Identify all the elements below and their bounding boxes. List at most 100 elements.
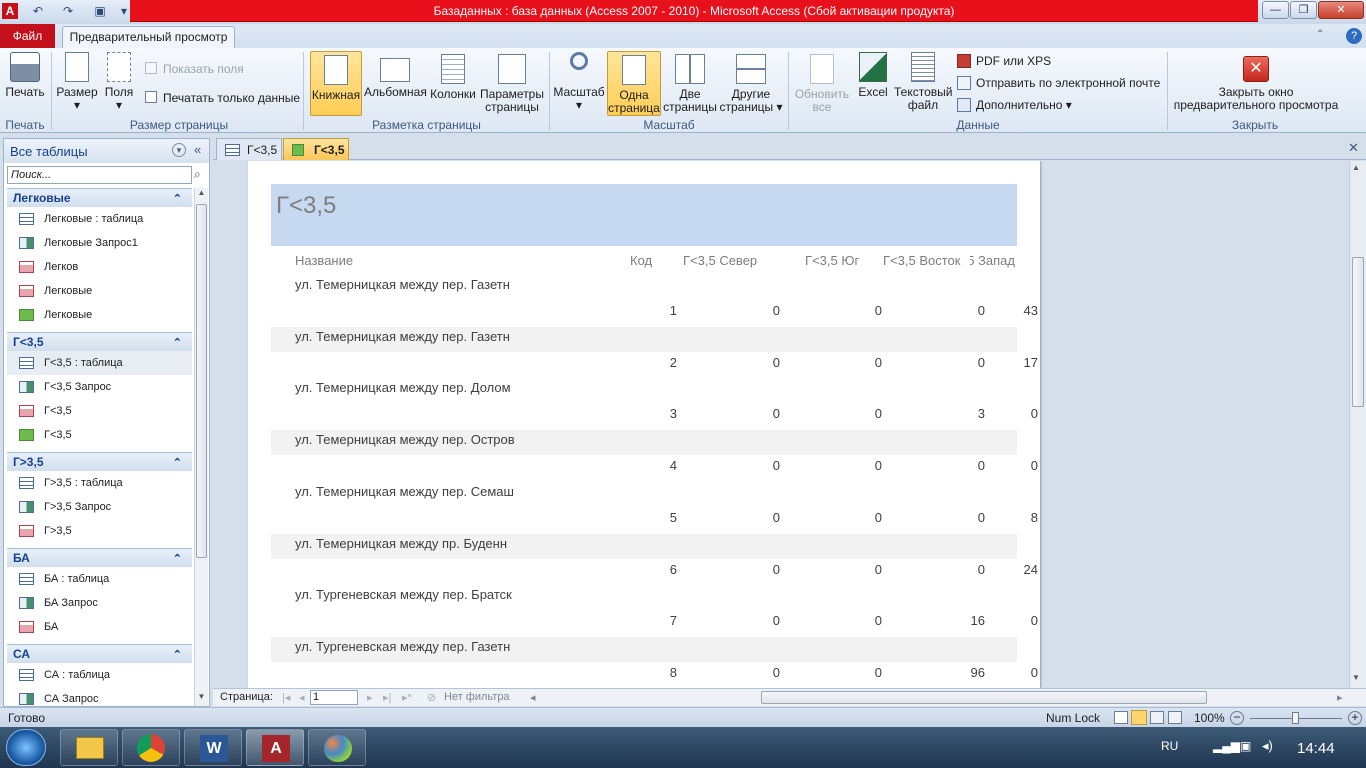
nav-item[interactable]: Г>3,5 Запрос [7, 495, 192, 519]
scroll-up-icon[interactable]: ▲ [196, 188, 207, 202]
two-pages-button[interactable]: Две страницы [663, 54, 717, 114]
nav-item[interactable]: Г<3,5 Запрос [7, 375, 192, 399]
landscape-button[interactable]: Альбомная [364, 58, 427, 99]
nav-item[interactable]: БА : таблица [7, 567, 192, 591]
zoom-button[interactable]: Масштаб ▾ [553, 52, 605, 112]
close-preview-button[interactable]: ✕ Закрыть окно предварительного просмотр… [1172, 56, 1340, 112]
help-icon[interactable]: ? [1346, 28, 1362, 44]
nav-item[interactable]: Г<3,5 [7, 423, 192, 447]
collapse-group-icon[interactable]: ⌃ [173, 334, 182, 352]
redo-icon[interactable]: ↷ [60, 3, 76, 19]
vertical-scrollbar[interactable]: ▲ ▼ [1349, 161, 1366, 688]
access-taskbar-icon[interactable]: A [246, 729, 304, 766]
minimize-ribbon-icon[interactable]: ⌃ [1316, 29, 1324, 40]
nav-group-header[interactable]: СА ⌃ [7, 644, 192, 663]
zoom-out-icon[interactable]: − [1230, 711, 1244, 725]
margins-button[interactable]: Поля ▾ [100, 52, 138, 112]
zoom-slider-thumb[interactable] [1292, 712, 1299, 724]
undo-icon[interactable]: ↶ [30, 3, 46, 19]
nav-item[interactable]: БА [7, 615, 192, 639]
collapse-group-icon[interactable]: ⌃ [173, 454, 182, 472]
page-number-input[interactable]: 1 [310, 690, 358, 705]
tab-print-preview[interactable]: Предварительный просмотр [62, 26, 235, 48]
search-icon[interactable]: ⌕ [194, 167, 208, 183]
new-record-icon[interactable]: ▸* [402, 691, 412, 704]
collapse-group-icon[interactable]: ⌃ [173, 190, 182, 208]
size-button[interactable]: Размер ▾ [56, 52, 98, 112]
view-report-icon[interactable] [1114, 711, 1128, 724]
collapse-pane-icon[interactable]: « [194, 142, 201, 157]
excel-export-button[interactable]: Excel [854, 52, 892, 99]
nav-item[interactable]: Г<3,5 [7, 399, 192, 423]
nav-item[interactable]: Г>3,5 : таблица [7, 471, 192, 495]
more-pages-button[interactable]: Другие страницы ▾ [719, 54, 783, 114]
nav-group-header[interactable]: Легковые ⌃ [7, 188, 192, 207]
next-page-icon[interactable]: ▸ [367, 691, 373, 704]
doc-tab-table[interactable]: Г<3,5 [216, 138, 282, 160]
text-file-export-button[interactable]: Текстовый файл [894, 52, 952, 112]
chrome-taskbar-icon[interactable] [122, 729, 180, 766]
nav-header[interactable]: Все таблицы ▾ « [4, 139, 209, 163]
save-icon[interactable]: ▣ [92, 3, 108, 19]
volume-icon[interactable]: ◂) [1262, 738, 1273, 754]
minimize-button[interactable]: — [1262, 1, 1289, 19]
nav-item[interactable]: Легков [7, 255, 192, 279]
nav-scrollbar[interactable]: ▲ ▼ [194, 188, 208, 706]
scroll-right-icon[interactable]: ▸ [1337, 691, 1343, 704]
nav-item[interactable]: Легковые Запрос1 [7, 231, 192, 255]
nav-item[interactable]: Г>3,5 [7, 519, 192, 543]
network-icon[interactable]: ▣ [1240, 739, 1251, 753]
print-data-only-checkbox[interactable] [145, 91, 157, 103]
scroll-left-icon[interactable]: ◂ [530, 691, 536, 704]
scroll-down-icon[interactable]: ▼ [1352, 673, 1360, 682]
close-document-icon[interactable]: ✕ [1348, 140, 1359, 156]
print-button[interactable]: Печать [4, 52, 46, 99]
nav-search-input[interactable]: Поиск... [7, 166, 192, 184]
nav-item[interactable]: Легковые : таблица [7, 207, 192, 231]
view-layout-icon[interactable] [1150, 711, 1164, 724]
email-button[interactable]: Отправить по электронной почте [976, 76, 1160, 90]
refresh-all-button[interactable]: Обновить все [792, 54, 852, 114]
access-app-icon[interactable]: A [2, 3, 18, 19]
nav-item[interactable]: Легковые [7, 279, 192, 303]
clock[interactable]: 14:44 [1297, 740, 1335, 757]
language-indicator[interactable]: RU [1161, 739, 1178, 753]
view-design-icon[interactable] [1168, 711, 1182, 724]
show-margins-checkbox[interactable] [145, 62, 157, 74]
zoom-in-icon[interactable]: + [1348, 711, 1362, 725]
one-page-button[interactable]: Одна страница [607, 51, 661, 116]
doc-tab-report-active[interactable]: Г<3,5 [283, 138, 349, 160]
collapse-group-icon[interactable]: ⌃ [173, 550, 182, 568]
nav-group-header[interactable]: БА ⌃ [7, 548, 192, 567]
previous-page-icon[interactable]: ◂ [299, 691, 305, 704]
scroll-up-icon[interactable]: ▲ [1352, 163, 1360, 172]
nav-item[interactable]: Легковые [7, 303, 192, 327]
maximize-button[interactable]: ❐ [1290, 1, 1317, 19]
close-window-button[interactable]: ✕ [1318, 1, 1364, 19]
last-page-icon[interactable]: ▸| [383, 691, 391, 704]
nav-menu-icon[interactable]: ▾ [172, 143, 186, 157]
nav-item[interactable]: СА : таблица [7, 663, 192, 687]
nav-item[interactable]: Г<3,5 : таблица [7, 351, 192, 375]
paint-taskbar-icon[interactable] [308, 729, 366, 766]
filter-status[interactable]: Нет фильтра [444, 691, 510, 703]
tab-file[interactable]: Файл [0, 24, 55, 48]
start-button[interactable] [6, 729, 46, 766]
word-taskbar-icon[interactable]: W [184, 729, 242, 766]
signal-icon[interactable]: ▂▄▆ [1213, 739, 1240, 753]
horizontal-scroll-thumb[interactable] [761, 691, 1207, 704]
first-page-icon[interactable]: |◂ [282, 691, 290, 704]
nav-item[interactable]: БА Запрос [7, 591, 192, 615]
view-print-preview-icon[interactable] [1131, 710, 1147, 725]
scroll-down-icon[interactable]: ▼ [196, 692, 207, 706]
explorer-taskbar-icon[interactable] [60, 729, 118, 766]
more-export-button[interactable]: Дополнительно ▾ [976, 98, 1072, 112]
collapse-group-icon[interactable]: ⌃ [173, 646, 182, 664]
pdf-xps-button[interactable]: PDF или XPS [976, 54, 1051, 68]
nav-group-header[interactable]: Г>3,5 ⌃ [7, 452, 192, 471]
vertical-scroll-thumb[interactable] [1352, 257, 1364, 407]
nav-group-header[interactable]: Г<3,5 ⌃ [7, 332, 192, 351]
portrait-button[interactable]: Книжная [310, 51, 362, 116]
nav-scroll-thumb[interactable] [196, 204, 207, 558]
page-setup-button[interactable]: Параметры страницы [480, 54, 544, 114]
